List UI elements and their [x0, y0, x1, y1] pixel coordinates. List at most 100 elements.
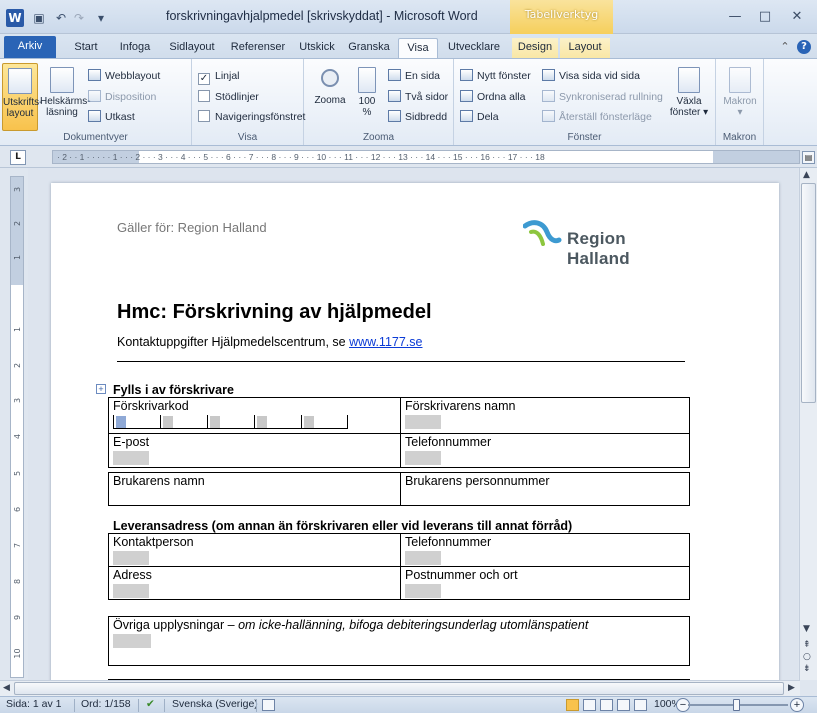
code-box[interactable]	[254, 415, 301, 429]
navigation-pane-checkbox[interactable]: Navigeringsfönstret	[198, 108, 305, 126]
split-button[interactable]: Dela	[460, 108, 499, 126]
ruler-checkbox[interactable]: ✓ Linjal	[198, 67, 240, 85]
contact-link[interactable]: www.1177.se	[349, 335, 422, 349]
tab-selector[interactable]: L	[10, 150, 26, 165]
full-screen-view-icon[interactable]	[583, 699, 596, 711]
view-side-by-side-button[interactable]: Visa sida vid sida	[542, 67, 640, 85]
collapse-ribbon-icon[interactable]: ⌃	[778, 40, 792, 54]
print-layout-view-icon[interactable]	[566, 699, 579, 711]
scroll-up-icon[interactable]: ▲	[803, 170, 810, 180]
horizontal-ruler[interactable]: · 2 · · 1 · · · · · 1 · · · 2 · · · 3 · …	[52, 150, 800, 164]
scroll-down-icon[interactable]: ▼	[803, 624, 810, 634]
browse-object-icon[interactable]: ○	[803, 652, 811, 662]
print-layout-button[interactable]: Utskrifts- layout	[2, 63, 42, 131]
tab-layout[interactable]: Layout	[560, 38, 610, 58]
prescriber-name-field[interactable]	[405, 415, 441, 429]
code-box[interactable]	[207, 415, 254, 429]
macro-record-icon[interactable]	[262, 699, 275, 711]
prescriber-phone-field[interactable]	[405, 451, 441, 465]
contact-person-cell[interactable]: Kontaktperson	[108, 533, 401, 567]
next-page-icon[interactable]: ⇟	[803, 664, 811, 674]
delivery-phone-cell[interactable]: Telefonnummer	[400, 533, 690, 567]
page-count[interactable]: Sida: 1 av 1	[6, 698, 61, 710]
page-width-button[interactable]: Sidbredd	[388, 108, 447, 126]
arrange-all-button[interactable]: Ordna alla	[460, 88, 525, 106]
tab-review[interactable]: Granska	[344, 38, 394, 58]
draft-view-icon[interactable]	[634, 699, 647, 711]
vertical-scrollbar[interactable]: ▲ ▼ ⇞ ○ ⇟	[799, 168, 817, 680]
view-ruler-icon[interactable]: ▤	[802, 151, 815, 164]
postal-field[interactable]	[405, 584, 441, 598]
tab-mailings[interactable]: Utskick	[294, 38, 340, 58]
tab-page-layout[interactable]: Sidlayout	[162, 38, 222, 58]
code-box[interactable]	[301, 415, 348, 429]
customize-qat-icon[interactable]: ▾	[92, 9, 110, 27]
zoom-button[interactable]: Zooma	[312, 63, 348, 123]
code-box[interactable]	[113, 415, 160, 429]
table-move-handle-icon[interactable]: +	[96, 384, 106, 394]
word-app-icon[interactable]: W	[6, 9, 24, 27]
tab-insert[interactable]: Infoga	[112, 38, 158, 58]
status-separator	[256, 699, 257, 712]
synchronous-scrolling-button[interactable]: Synkroniserad rullning	[542, 88, 663, 106]
prescriber-code-cell[interactable]: Förskrivarkod	[108, 397, 401, 434]
two-pages-button[interactable]: Två sidor	[388, 88, 448, 106]
help-icon[interactable]: ?	[797, 40, 811, 54]
document-area[interactable]: Gäller för: Region Halland Region Hallan…	[28, 168, 798, 680]
close-button[interactable]: ✕	[786, 7, 808, 27]
email-cell[interactable]: E-post	[108, 433, 401, 468]
outline-view-icon[interactable]	[617, 699, 630, 711]
tab-view[interactable]: Visa	[398, 38, 438, 58]
full-screen-reading-button[interactable]: Helskärms- läsning	[40, 63, 91, 131]
email-field[interactable]	[113, 451, 149, 465]
scroll-right-icon[interactable]: ▶	[788, 683, 795, 693]
tab-home[interactable]: Start	[66, 38, 106, 58]
tab-references[interactable]: Referenser	[226, 38, 290, 58]
gridlines-checkbox[interactable]: Stödlinjer	[198, 88, 259, 106]
code-box[interactable]	[160, 415, 207, 429]
delivery-phone-field[interactable]	[405, 551, 441, 565]
new-window-button[interactable]: Nytt fönster	[460, 67, 531, 85]
tab-file[interactable]: Arkiv	[4, 36, 56, 58]
user-pnr-cell[interactable]: Brukarens personnummer	[400, 472, 690, 506]
contact-person-field[interactable]	[113, 551, 149, 565]
address-cell[interactable]: Adress	[108, 566, 401, 600]
one-page-button[interactable]: En sida	[388, 67, 440, 85]
web-layout-button[interactable]: Webblayout	[88, 67, 160, 85]
word-count[interactable]: Ord: 1/158	[81, 698, 131, 710]
vertical-scroll-thumb[interactable]	[801, 183, 816, 403]
vruler-mark: 9	[13, 614, 22, 621]
minimize-button[interactable]: —	[724, 7, 746, 27]
other-info-field[interactable]	[113, 634, 151, 648]
outline-button[interactable]: Disposition	[88, 88, 156, 106]
undo-icon[interactable]: ↶	[52, 9, 70, 27]
other-info-cell[interactable]: Övriga upplysningar – om icke-hallänning…	[108, 616, 690, 666]
tab-developer[interactable]: Utvecklare	[442, 38, 506, 58]
macros-button[interactable]: Makron ▾	[720, 63, 760, 129]
vertical-ruler[interactable]: 3 2 1 1 2 3 4 5 6 7 8 9 10	[10, 176, 24, 678]
switch-windows-button[interactable]: Växla fönster ▾	[666, 63, 712, 129]
language-indicator[interactable]: Svenska (Sverige)	[172, 698, 258, 710]
previous-page-icon[interactable]: ⇞	[803, 640, 811, 650]
save-icon[interactable]: ▣	[30, 9, 48, 27]
draft-button[interactable]: Utkast	[88, 108, 135, 126]
horizontal-scrollbar[interactable]: ◀ ▶	[0, 680, 800, 696]
zoom-100-button[interactable]: 100 %	[352, 63, 382, 129]
user-name-cell[interactable]: Brukarens namn	[108, 472, 401, 506]
prescriber-name-cell[interactable]: Förskrivarens namn	[400, 397, 690, 434]
tab-design[interactable]: Design	[512, 38, 558, 58]
address-field[interactable]	[113, 584, 149, 598]
redo-icon[interactable]: ↷	[70, 9, 88, 27]
zoom-slider-knob[interactable]	[733, 699, 740, 711]
prescriber-phone-cell[interactable]: Telefonnummer	[400, 433, 690, 468]
web-layout-view-icon[interactable]	[600, 699, 613, 711]
scroll-left-icon[interactable]: ◀	[3, 683, 10, 693]
postal-cell[interactable]: Postnummer och ort	[400, 566, 690, 600]
horizontal-scroll-thumb[interactable]	[14, 682, 784, 695]
zoom-in-button[interactable]: +	[790, 698, 804, 712]
prescriber-code-boxes[interactable]	[113, 415, 396, 429]
document-page[interactable]: Gäller för: Region Halland Region Hallan…	[51, 183, 779, 680]
maximize-button[interactable]: □	[754, 7, 776, 27]
reset-window-position-button[interactable]: Återställ fönsterläge	[542, 108, 652, 126]
proofing-icon[interactable]: ✔	[146, 698, 155, 710]
